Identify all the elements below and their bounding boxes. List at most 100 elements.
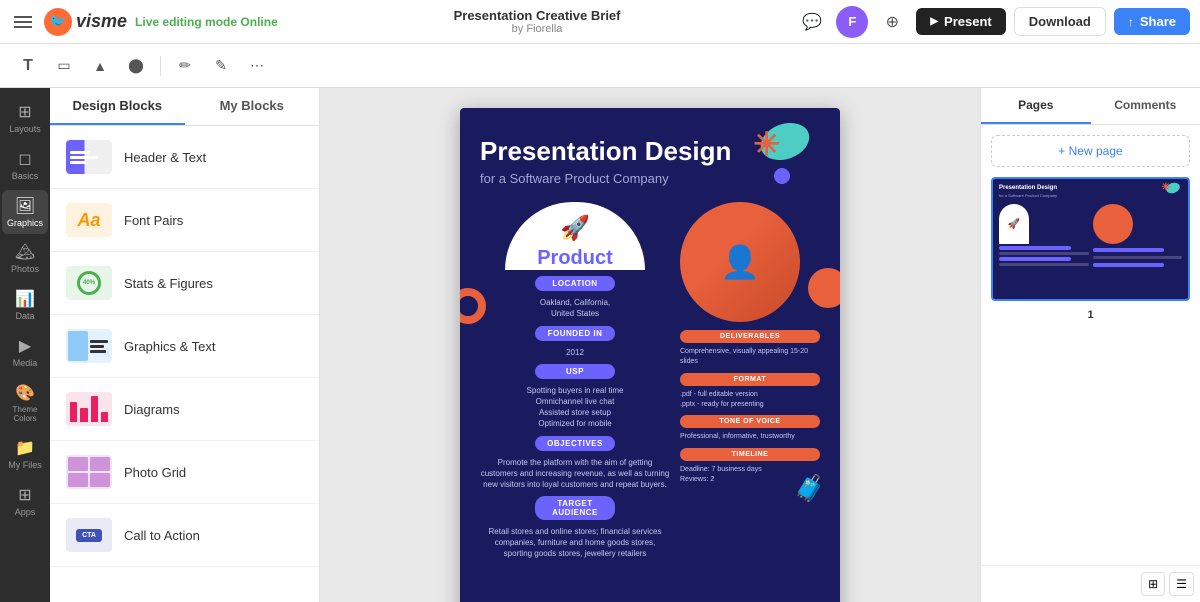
page-thumb-inner: Presentation Design for a Software Produ… <box>993 179 1188 299</box>
list-item[interactable]: Graphics & Text <box>50 315 319 378</box>
design-blocks-panel: Design Blocks My Blocks Header & Text <box>50 88 320 602</box>
format-text: .pdf - full editable version.pptx - read… <box>680 390 820 410</box>
right-panel-content: + New page Presentation Design for a Sof… <box>981 125 1200 565</box>
topbar: 🐦 visme Live editing mode Online Present… <box>0 0 1200 44</box>
sidebar-item-apps[interactable]: ⊞ Apps <box>2 479 48 524</box>
list-item[interactable]: Header & Text <box>50 126 319 189</box>
design-blocks-tab[interactable]: Design Blocks <box>50 88 185 125</box>
doc-info: Presentation Creative Brief by Fiorella <box>286 8 789 35</box>
sidebar-item-media[interactable]: ▶ Media <box>2 330 48 375</box>
product-name: Product <box>537 247 613 270</box>
user-avatar[interactable]: F <box>836 6 868 38</box>
sidebar-item-my-files[interactable]: 📁 My Files <box>2 432 48 477</box>
pt-right <box>1093 204 1183 267</box>
timeline-badge: TIMELINE <box>680 448 820 461</box>
new-page-button[interactable]: + New page <box>991 135 1190 167</box>
collaborators-button[interactable]: ⊕ <box>876 6 908 38</box>
present-button[interactable]: Present <box>916 8 1005 35</box>
block-thumb-graphics-text <box>66 329 112 363</box>
list-view-button[interactable]: ☰ <box>1169 572 1194 596</box>
list-item[interactable]: CTA Call to Action <box>50 504 319 567</box>
my-blocks-tab[interactable]: My Blocks <box>185 88 320 125</box>
grid-view-button[interactable]: ⊞ <box>1141 572 1165 596</box>
list-item[interactable]: Aa Font Pairs <box>50 189 319 252</box>
deliverables-badge: DELIVERABLES <box>680 330 820 343</box>
block-label: Font Pairs <box>124 213 183 228</box>
my-files-icon: 📁 <box>15 438 35 458</box>
info-rows: LOCATION Oakland, California,United Stat… <box>480 270 670 563</box>
sidebar-item-basics[interactable]: ◻ Basics <box>2 143 48 188</box>
logo-text: visme <box>76 11 127 32</box>
sidebar-item-theme-colors[interactable]: 🎨 Theme Colors <box>2 377 48 430</box>
sidebar-item-data[interactable]: 📊 Data <box>2 283 48 328</box>
more-tools-button[interactable]: ⋯ <box>241 50 273 82</box>
block-label: Graphics & Text <box>124 339 216 354</box>
sidebar-item-graphics[interactable]: 🖼 Graphics <box>2 190 48 235</box>
apps-icon: ⊞ <box>18 485 31 505</box>
target-audience-text: Retail stores and online stores; financi… <box>480 526 670 560</box>
triangle-tool-button[interactable]: ▲ <box>84 50 116 82</box>
rect-tool-button[interactable]: ▭ <box>48 50 80 82</box>
comments-tab[interactable]: Comments <box>1091 88 1200 124</box>
list-item[interactable]: 40% Stats & Figures <box>50 252 319 315</box>
block-label: Header & Text <box>124 150 206 165</box>
location-badge: LOCATION <box>535 276 615 291</box>
toolbar: T ▭ ▲ ⬤ ✏ ✎ ⋯ <box>0 44 1200 88</box>
block-list: Header & Text Aa Font Pairs 40% Stat <box>50 126 319 602</box>
page-thumbnail-1[interactable]: Presentation Design for a Software Produ… <box>991 177 1190 301</box>
sidebar-item-photos[interactable]: 🏔 Photos <box>2 236 48 281</box>
list-item[interactable]: Photo Grid <box>50 441 319 504</box>
menu-button[interactable] <box>10 12 36 32</box>
canvas-area[interactable]: ✳ Presentation Design for a Software Pro… <box>320 88 980 602</box>
circle-tool-button[interactable]: ⬤ <box>120 50 152 82</box>
pt-content: 🚀 <box>999 204 1182 267</box>
founded-text: 2012 <box>480 347 670 358</box>
canvas-frame[interactable]: ✳ Presentation Design for a Software Pro… <box>460 108 840 602</box>
logo-icon: 🐦 <box>44 8 72 36</box>
deliverables-section: DELIVERABLES Comprehensive, visually app… <box>680 330 820 485</box>
toolbar-separator <box>160 56 161 76</box>
product-right: 👤 DELIVERABLES Comprehensive, visually a… <box>680 202 820 563</box>
pt-subtitle: for a Software Product Company <box>999 193 1182 198</box>
pt-title: Presentation Design <box>999 185 1182 191</box>
pages-tab[interactable]: Pages <box>981 88 1091 124</box>
right-panel: Pages Comments + New page Presentation D… <box>980 88 1200 602</box>
objectives-badge: OBJECTIVES <box>535 436 615 451</box>
left-sidebar: ⊞ Layouts ◻ Basics 🖼 Graphics 🏔 Photos 📊… <box>0 88 50 602</box>
page-number: 1 <box>1087 309 1093 321</box>
slide-title: Presentation Design <box>480 136 820 167</box>
target-audience-badge: TARGET AUDIENCE <box>535 496 615 520</box>
founded-badge: FOUNDED IN <box>535 326 615 341</box>
block-label: Stats & Figures <box>124 276 213 291</box>
orange-circle-image: 👤 <box>680 202 800 322</box>
tone-text: Professional, informative, trustworthy <box>680 432 820 442</box>
list-item[interactable]: Diagrams <box>50 378 319 441</box>
suitcase-icon: 🧳 <box>794 473 826 504</box>
sidebar-item-layouts[interactable]: ⊞ Layouts <box>2 96 48 141</box>
logo-bird-icon: 🐦 <box>49 13 66 30</box>
objectives-text: Promote the platform with the aim of get… <box>480 457 670 491</box>
block-label: Photo Grid <box>124 465 186 480</box>
share-button[interactable]: Share <box>1114 8 1190 35</box>
right-panel-tabs: Pages Comments <box>981 88 1200 125</box>
person-icon: 👤 <box>720 243 760 281</box>
pencil-tool-button[interactable]: ✎ <box>205 50 237 82</box>
text-tool-button[interactable]: T <box>12 50 44 82</box>
pen-tool-button[interactable]: ✏ <box>169 50 201 82</box>
usp-text: Spotting buyers in real timeOmnichannel … <box>480 385 670 430</box>
pt-circle <box>1093 204 1133 244</box>
pt-left: 🚀 <box>999 204 1089 267</box>
block-thumb-font: Aa <box>66 203 112 237</box>
slide-content: Presentation Design for a Software Produ… <box>460 108 840 584</box>
block-thumb-diagrams <box>66 392 112 426</box>
data-icon: 📊 <box>15 289 35 309</box>
logo: 🐦 visme <box>44 8 127 36</box>
product-section: 🚀 Product LOCATION Oakland, California,U… <box>480 202 820 563</box>
right-panel-footer: ⊞ ☰ <box>981 565 1200 602</box>
format-badge: FORMAT <box>680 373 820 386</box>
deliverables-text: Comprehensive, visually appealing 15-20 … <box>680 347 820 367</box>
download-button[interactable]: Download <box>1014 7 1106 36</box>
chat-button[interactable]: 💬 <box>796 6 828 38</box>
location-text: Oakland, California,United States <box>480 297 670 319</box>
product-left: 🚀 Product LOCATION Oakland, California,U… <box>480 202 670 563</box>
